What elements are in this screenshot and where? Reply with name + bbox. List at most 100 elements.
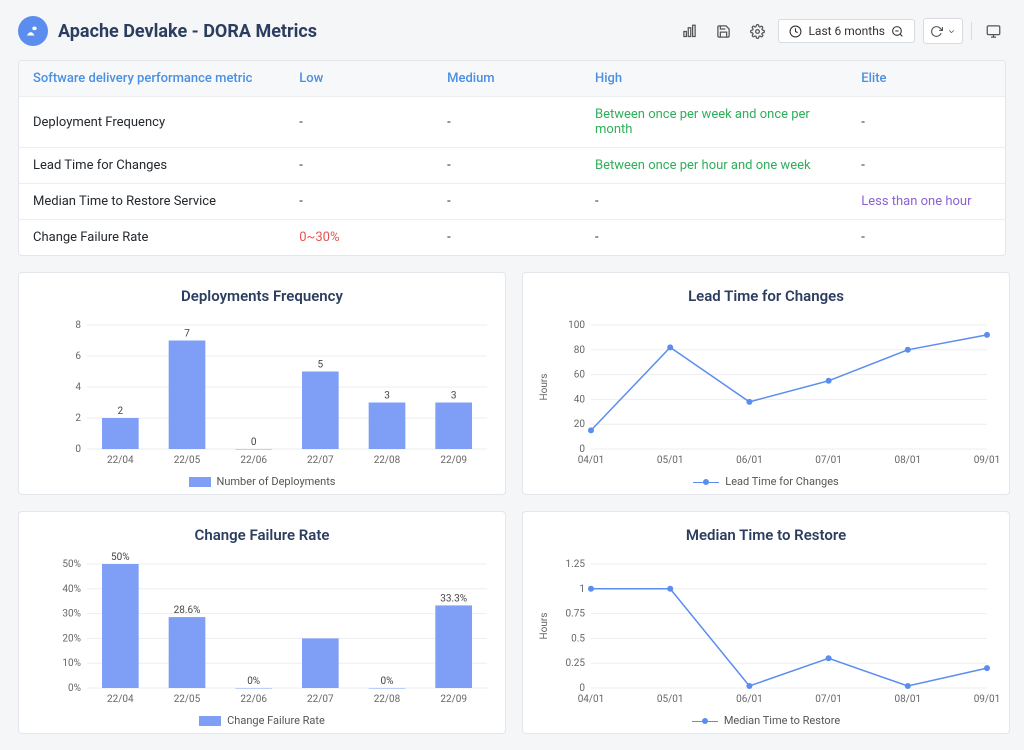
svg-text:22/05: 22/05 (174, 455, 201, 466)
svg-text:1.25: 1.25 (566, 559, 586, 570)
table-row: Lead Time for Changes--Between once per … (19, 148, 1005, 184)
legend-label: Lead Time for Changes (725, 475, 838, 488)
svg-text:08/01: 08/01 (894, 455, 921, 466)
page-title: Apache Devlake - DORA Metrics (58, 21, 317, 42)
svg-text:22/07: 22/07 (307, 455, 334, 466)
svg-text:50%: 50% (111, 552, 130, 563)
th-elite: Elite (847, 61, 1005, 97)
svg-text:6: 6 (75, 351, 81, 362)
cell-low: - (285, 148, 433, 184)
panel-add-icon[interactable] (676, 18, 702, 44)
svg-text:7: 7 (184, 329, 190, 340)
svg-text:1: 1 (579, 584, 585, 595)
svg-text:09/01: 09/01 (974, 455, 1001, 466)
svg-text:5: 5 (318, 360, 324, 371)
svg-text:2: 2 (75, 413, 81, 424)
chart-title: Deployments Frequency (27, 287, 497, 305)
svg-text:100: 100 (568, 320, 585, 331)
tv-mode-icon[interactable] (980, 18, 1006, 44)
svg-text:22/08: 22/08 (374, 694, 401, 705)
svg-text:22/04: 22/04 (107, 694, 134, 705)
cell-high: Between once per hour and one week (581, 148, 847, 184)
cell-metric: Change Failure Rate (19, 220, 285, 256)
svg-text:09/01: 09/01 (974, 694, 1001, 705)
cell-low: 0~30% (285, 220, 433, 256)
th-high: High (581, 61, 847, 97)
svg-text:06/01: 06/01 (736, 694, 763, 705)
svg-text:28.6%: 28.6% (174, 605, 201, 616)
cell-medium: - (433, 148, 581, 184)
table-row: Median Time to Restore Service---Less th… (19, 184, 1005, 220)
svg-text:08/01: 08/01 (894, 694, 921, 705)
legend-swatch (189, 477, 211, 487)
svg-text:05/01: 05/01 (657, 455, 684, 466)
cell-metric: Lead Time for Changes (19, 148, 285, 184)
time-range-label: Last 6 months (808, 24, 885, 38)
legend-label: Number of Deployments (217, 475, 336, 488)
table-row: Change Failure Rate0~30%--- (19, 220, 1005, 256)
settings-icon[interactable] (744, 18, 770, 44)
table-row: Deployment Frequency--Between once per w… (19, 97, 1005, 148)
svg-text:0.25: 0.25 (566, 658, 586, 669)
svg-text:2: 2 (118, 406, 124, 417)
svg-text:Hours: Hours (539, 374, 550, 401)
svg-text:20: 20 (574, 419, 586, 430)
divider (971, 22, 972, 40)
svg-text:Hours: Hours (539, 613, 550, 640)
cell-high: - (581, 184, 847, 220)
chart-title: Change Failure Rate (27, 526, 497, 544)
chart-grid: Deployments Frequency 02468222/04722/050… (18, 272, 1006, 734)
cell-medium: - (433, 97, 581, 148)
svg-text:40%: 40% (62, 584, 81, 595)
cell-high: Between once per week and once per month (581, 97, 847, 148)
svg-text:0: 0 (579, 683, 585, 694)
chevron-down-icon (947, 27, 956, 36)
chart-canvas: 00.250.50.7511.25Hours04/0105/0106/0107/… (531, 552, 1001, 712)
legend-swatch (693, 477, 719, 487)
cell-elite: Less than one hour (847, 184, 1005, 220)
svg-text:22/09: 22/09 (440, 455, 467, 466)
svg-text:07/01: 07/01 (815, 694, 842, 705)
dashboard-header: Apache Devlake - DORA Metrics Last 6 mon… (18, 16, 1006, 46)
chart-lead-time[interactable]: Lead Time for Changes 020406080100Hours0… (522, 272, 1010, 495)
svg-text:10%: 10% (62, 658, 81, 669)
cell-elite: - (847, 97, 1005, 148)
save-icon[interactable] (710, 18, 736, 44)
svg-text:80: 80 (574, 345, 586, 356)
svg-text:20%: 20% (62, 633, 81, 644)
chart-canvas: 020406080100Hours04/0105/0106/0107/0108/… (531, 313, 1001, 473)
time-range-picker[interactable]: Last 6 months (778, 19, 915, 43)
svg-text:22/08: 22/08 (374, 455, 401, 466)
svg-text:0%: 0% (247, 676, 260, 687)
chart-canvas: 0%10%20%30%40%50%50%22/0428.6%22/050%22/… (27, 552, 497, 712)
chart-median-time-to-restore[interactable]: Median Time to Restore 00.250.50.7511.25… (522, 511, 1010, 734)
cell-elite: - (847, 220, 1005, 256)
header-left: Apache Devlake - DORA Metrics (18, 16, 317, 46)
svg-text:0: 0 (251, 437, 257, 448)
svg-text:0%: 0% (381, 676, 394, 687)
svg-text:33.3%: 33.3% (440, 593, 467, 604)
cell-medium: - (433, 220, 581, 256)
chart-change-failure-rate[interactable]: Change Failure Rate 0%10%20%30%40%50%50%… (18, 511, 506, 734)
svg-text:0: 0 (75, 444, 81, 455)
svg-text:40: 40 (574, 394, 586, 405)
refresh-button[interactable] (923, 18, 963, 44)
header-right: Last 6 months (676, 18, 1006, 44)
th-metric: Software delivery performance metric (19, 61, 285, 97)
svg-text:30%: 30% (62, 609, 81, 620)
cell-elite: - (847, 148, 1005, 184)
cell-metric: Median Time to Restore Service (19, 184, 285, 220)
svg-text:22/04: 22/04 (107, 455, 134, 466)
th-low: Low (285, 61, 433, 97)
cell-low: - (285, 97, 433, 148)
svg-text:0.75: 0.75 (566, 609, 586, 620)
svg-text:06/01: 06/01 (736, 455, 763, 466)
table-header-row: Software delivery performance metric Low… (19, 61, 1005, 97)
svg-text:04/01: 04/01 (578, 694, 605, 705)
svg-text:22/09: 22/09 (440, 694, 467, 705)
svg-text:0%: 0% (68, 683, 81, 694)
svg-text:05/01: 05/01 (657, 694, 684, 705)
chart-deployments-frequency[interactable]: Deployments Frequency 02468222/04722/050… (18, 272, 506, 495)
svg-text:4: 4 (75, 382, 81, 393)
svg-text:07/01: 07/01 (815, 455, 842, 466)
